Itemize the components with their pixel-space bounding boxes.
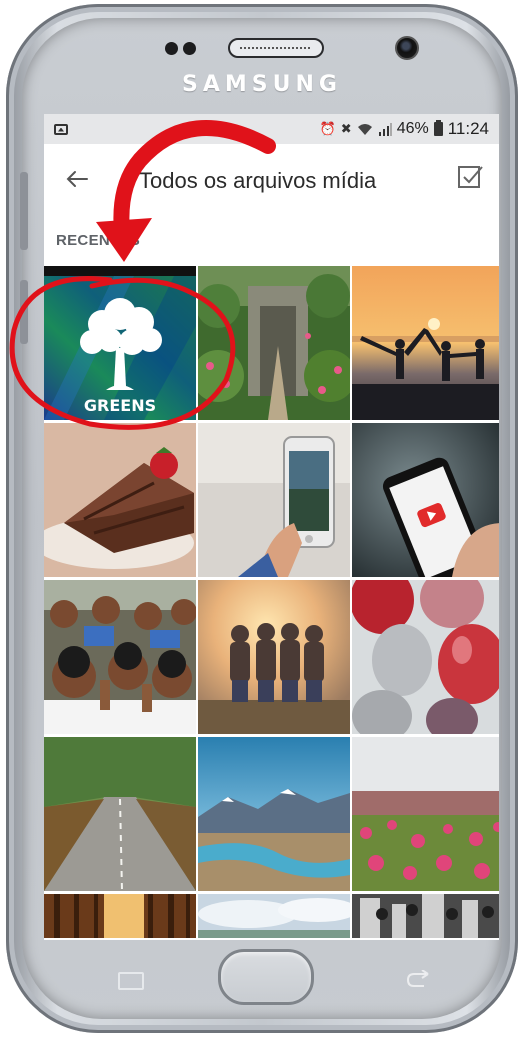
- front-camera-icon: [395, 36, 419, 60]
- media-thumbnail-flower-field[interactable]: [352, 737, 499, 891]
- greens-caption: GREENS: [84, 396, 156, 415]
- battery-icon: [433, 120, 443, 136]
- media-thumbnail-mountain-river[interactable]: [198, 737, 350, 891]
- status-bar: ⏰ ✖ 46% 11:24: [44, 114, 499, 144]
- media-thumbnail-cake[interactable]: [44, 423, 196, 577]
- battery-percent: 46%: [396, 120, 429, 137]
- media-thumbnail-phone-youtube[interactable]: [352, 423, 499, 577]
- section-label-recent: RECENTES: [56, 232, 141, 249]
- media-thumbnail-kids[interactable]: [44, 580, 196, 734]
- mute-icon: ✖: [340, 121, 352, 136]
- volume-button: [20, 172, 28, 250]
- media-thumbnail-phone-photo[interactable]: [198, 423, 350, 577]
- hardware-back-icon[interactable]: [404, 970, 432, 990]
- hardware-nav: [0, 944, 524, 1034]
- brand-logo: SAMSUNG: [182, 72, 342, 97]
- earpiece-speaker: [228, 38, 324, 58]
- media-thumbnail-forest[interactable]: [44, 894, 196, 938]
- gallery-notification-icon: [54, 123, 68, 135]
- media-thumbnail-greens[interactable]: GREENS: [44, 266, 196, 420]
- sensor-dots: [165, 39, 209, 57]
- media-thumbnail-balloons[interactable]: [352, 580, 499, 734]
- screen: ⏰ ✖ 46% 11:24 Todos os arquivos mídia RE…: [44, 114, 499, 940]
- media-grid: GREENS: [44, 266, 499, 940]
- wifi-icon: [357, 123, 372, 135]
- signal-icon: [378, 122, 392, 136]
- media-thumbnail-crowd[interactable]: [352, 894, 499, 938]
- select-checkbox-icon[interactable]: [455, 162, 485, 192]
- back-arrow-icon[interactable]: [62, 164, 92, 194]
- media-thumbnail-sunset[interactable]: [352, 266, 499, 420]
- media-thumbnail-garden[interactable]: [198, 266, 350, 420]
- page-title: Todos os arquivos mídia: [139, 168, 377, 193]
- bixby-button: [20, 280, 28, 344]
- app-bar: Todos os arquivos mídia: [44, 144, 499, 216]
- clock: 11:24: [447, 119, 489, 138]
- media-thumbnail-sky[interactable]: [198, 894, 350, 938]
- media-thumbnail-friends[interactable]: [198, 580, 350, 734]
- media-thumbnail-tree-road[interactable]: [44, 737, 196, 891]
- home-button[interactable]: [218, 949, 314, 1005]
- alarm-icon: ⏰: [319, 121, 336, 136]
- recent-apps-icon[interactable]: [118, 972, 144, 990]
